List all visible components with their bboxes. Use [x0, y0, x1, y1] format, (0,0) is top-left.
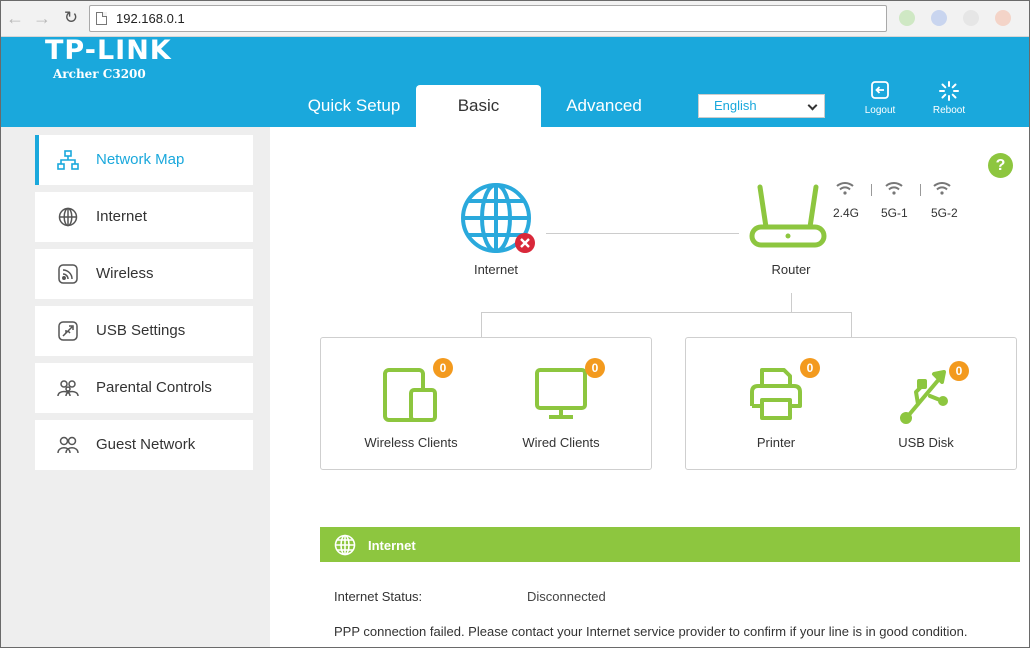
- wireless-icon: [58, 264, 78, 284]
- sidebar-item-guest-network[interactable]: Guest Network: [35, 420, 253, 470]
- help-icon[interactable]: ?: [988, 153, 1013, 178]
- logout-label: Logout: [864, 105, 896, 116]
- sidebar-item-label: Internet: [96, 208, 147, 225]
- printer-icon: [750, 368, 802, 420]
- url-text[interactable]: 192.168.0.1: [116, 11, 185, 26]
- peripherals-panel: Printer 0 USB Disk 0: [685, 337, 1017, 470]
- section-title: Internet: [368, 538, 416, 553]
- network-map-icon: [57, 150, 79, 170]
- globe-icon: [58, 207, 78, 227]
- internet-status-label: Internet Status:: [334, 589, 423, 604]
- reboot-label: Reboot: [932, 105, 966, 116]
- router-label: Router: [771, 262, 811, 277]
- link-line: [546, 233, 739, 234]
- extension-icon[interactable]: [963, 10, 979, 26]
- logout-icon: [871, 81, 889, 99]
- reload-icon[interactable]: ↻: [61, 8, 81, 28]
- band-label-5g1: 5G-1: [881, 206, 908, 220]
- tablet-phone-icon: [383, 368, 437, 422]
- logout-button[interactable]: Logout: [850, 81, 910, 116]
- connector-line: [481, 312, 852, 313]
- wifi-icon: [933, 182, 951, 195]
- router-icon[interactable]: [748, 183, 828, 249]
- tab-quick-setup[interactable]: Quick Setup: [293, 85, 415, 127]
- sidebar-item-wireless[interactable]: Wireless: [35, 249, 253, 299]
- wireless-clients-device[interactable]: Wireless Clients: [351, 366, 471, 450]
- internet-status-value: Disconnected: [527, 589, 606, 604]
- sidebar-item-network-map[interactable]: Network Map: [35, 135, 253, 185]
- sidebar-item-parental-controls[interactable]: Parental Controls: [35, 363, 253, 413]
- usb-icon: [900, 370, 948, 424]
- wired-clients-device[interactable]: Wired Clients: [501, 366, 621, 450]
- printer-device[interactable]: Printer: [716, 366, 836, 450]
- wifi-icon: [836, 182, 854, 195]
- extension-icon[interactable]: [931, 10, 947, 26]
- tab-advanced[interactable]: Advanced: [551, 85, 657, 127]
- device-label: Wireless Clients: [364, 435, 458, 450]
- brand-logo: TP-LINK: [45, 35, 172, 66]
- extension-icon[interactable]: [899, 10, 915, 26]
- sidebar-item-label: Parental Controls: [96, 379, 212, 396]
- sidebar-item-label: Guest Network: [96, 436, 196, 453]
- usb-settings-icon: [58, 321, 78, 341]
- usb-disk-device[interactable]: USB Disk: [866, 366, 986, 450]
- wifi-icon: [885, 182, 903, 195]
- band-label-2g: 2.4G: [833, 206, 860, 220]
- wired-clients-count: 0: [585, 358, 605, 378]
- internet-section-header: Internet: [320, 527, 1020, 562]
- reboot-button[interactable]: Reboot: [919, 81, 979, 116]
- extension-icon[interactable]: [995, 10, 1011, 26]
- device-label: Wired Clients: [522, 435, 600, 450]
- forward-icon[interactable]: →: [32, 8, 52, 28]
- address-bar[interactable]: 192.168.0.1: [89, 5, 887, 32]
- internet-label: Internet: [473, 262, 519, 277]
- error-x-icon: [515, 233, 535, 253]
- tab-basic[interactable]: Basic: [416, 85, 541, 127]
- connector-line: [481, 312, 482, 337]
- band-separator: [920, 184, 921, 196]
- language-select[interactable]: English: [698, 94, 825, 118]
- sidebar-item-label: USB Settings: [96, 322, 186, 339]
- sidebar: Network Map Internet Wireless USB Settin…: [1, 127, 270, 647]
- device-label: USB Disk: [898, 435, 954, 450]
- language-value: English: [714, 98, 757, 113]
- sidebar-item-internet[interactable]: Internet: [35, 192, 253, 242]
- main-content: ? Internet Router 2.4G 5G-1 5G-2 Wireles…: [270, 127, 1029, 647]
- device-label: Printer: [756, 435, 796, 450]
- monitor-icon: [535, 368, 587, 419]
- usb-disk-count: 0: [949, 361, 969, 381]
- back-icon[interactable]: ←: [5, 8, 25, 28]
- sidebar-item-label: Wireless: [96, 265, 154, 282]
- globe-icon: [334, 534, 356, 556]
- sidebar-item-label: Network Map: [96, 151, 185, 168]
- chevron-down-icon: [807, 100, 818, 111]
- connector-line: [851, 312, 852, 337]
- wireless-clients-count: 0: [433, 358, 453, 378]
- guest-network-icon: [57, 436, 79, 454]
- browser-toolbar: ← → ↻ 192.168.0.1: [1, 1, 1029, 37]
- reboot-icon: [939, 81, 959, 101]
- browser-window: ← → ↻ 192.168.0.1 TP-LINK Archer C3200 Q…: [0, 0, 1030, 648]
- page-icon: [96, 12, 107, 25]
- printer-count: 0: [800, 358, 820, 378]
- model-name: Archer C3200: [53, 67, 146, 81]
- internet-status-message: PPP connection failed. Please contact yo…: [334, 624, 968, 639]
- parental-controls-icon: [57, 380, 79, 397]
- connector-line: [791, 293, 792, 312]
- band-separator: [871, 184, 872, 196]
- band-label-5g2: 5G-2: [931, 206, 958, 220]
- sidebar-item-usb-settings[interactable]: USB Settings: [35, 306, 253, 356]
- clients-panel: Wireless Clients 0 Wired Clients 0: [320, 337, 652, 470]
